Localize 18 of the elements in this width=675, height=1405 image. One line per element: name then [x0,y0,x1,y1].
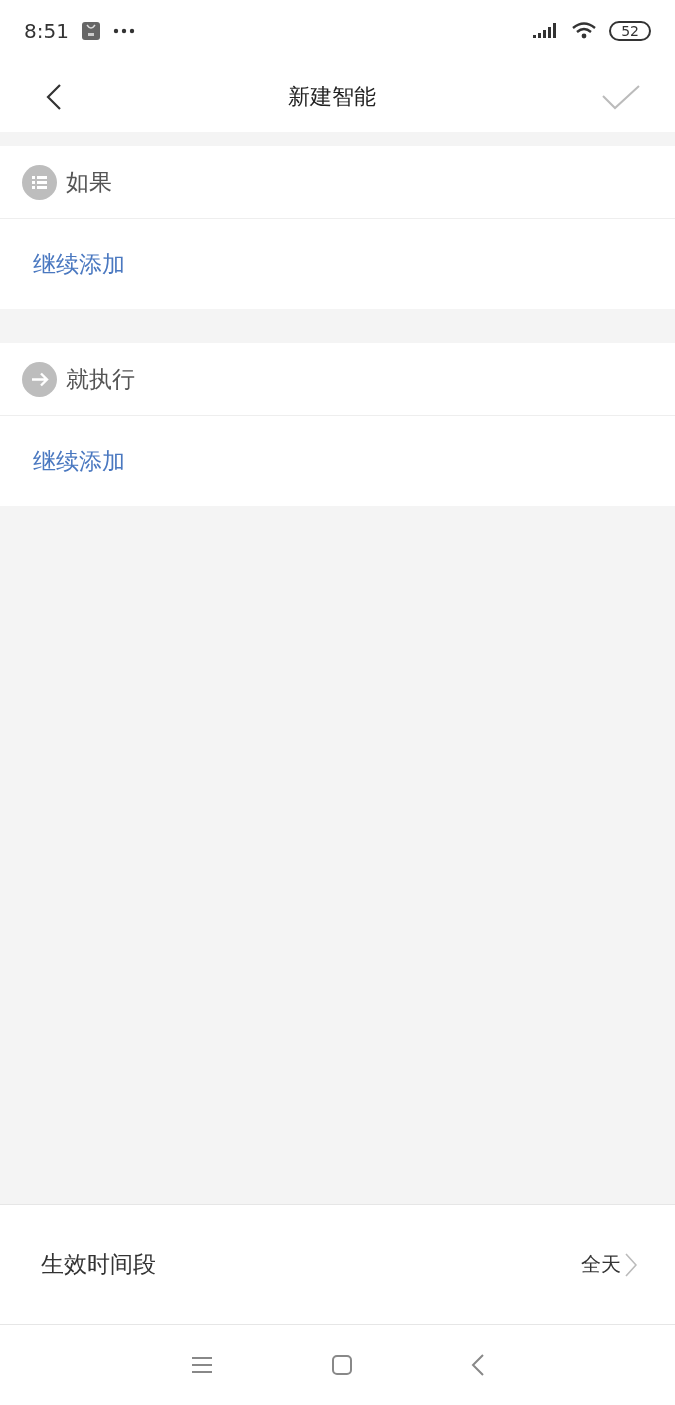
add-more-link[interactable]: 继续添加 [33,248,125,280]
list-icon [22,164,57,200]
page-title: 新建智能 [287,83,376,111]
section-title: 如果 [66,167,112,197]
wifi-icon [571,21,598,41]
back-icon[interactable] [470,1353,485,1377]
home-icon[interactable] [330,1354,353,1376]
shopping-bag-icon [80,21,101,41]
time-period-value: 全天 [581,1251,621,1278]
add-more-link[interactable]: 继续添加 [33,445,125,477]
time-period-label: 生效时间段 [41,1250,157,1279]
menu-icon[interactable] [190,1356,213,1374]
chevron-right-icon [625,1252,637,1277]
battery-level: 52 [609,21,651,41]
more-icon [112,28,135,34]
status-time: 8:51 [24,19,69,43]
time-period-row[interactable]: 生效时间段 全天 [0,1204,675,1325]
section-title: 就执行 [66,364,135,394]
